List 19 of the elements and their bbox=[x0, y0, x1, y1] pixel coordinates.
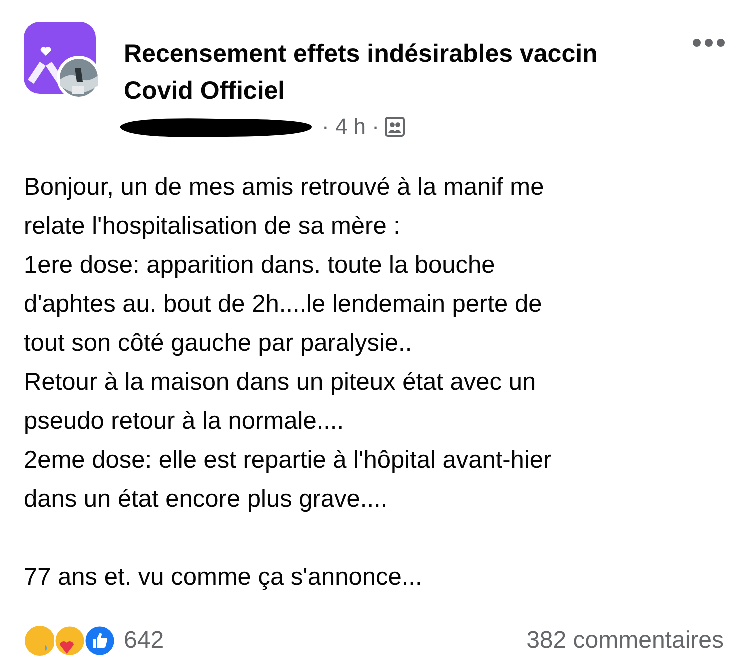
group-audience-icon bbox=[385, 117, 406, 137]
sad-reaction-icon bbox=[24, 625, 56, 657]
post-text-line: 2eme dose: elle est repartie à l'hôpital avant-hier bbox=[24, 446, 552, 476]
post-text-line: d'aphtes au. bout de 2h....le lendemain perte de bbox=[24, 290, 542, 320]
post-text-line: dans un état encore plus grave.... bbox=[24, 485, 388, 515]
group-name[interactable]: Recensement effets indésirables vaccin Covid Officiel bbox=[124, 36, 604, 110]
comments-count[interactable]: 382 commentaires bbox=[526, 627, 724, 655]
post-text-line: Bonjour, un de mes amis retrouvé à la manif me bbox=[24, 173, 544, 203]
post-text-line: relate l'hospitalisation de sa mère : bbox=[24, 212, 400, 242]
care-reaction-icon bbox=[54, 625, 86, 657]
post-time: · 4 h · bbox=[322, 114, 380, 140]
post-text-line: tout son côté gauche par paralysie.. bbox=[24, 329, 412, 359]
reaction-count[interactable]: 642 bbox=[124, 627, 164, 655]
post-text-line: Retour à la maison dans un piteux état avec un bbox=[24, 368, 536, 398]
post-text-line: pseudo retour à la normale.... bbox=[24, 407, 344, 437]
post-text-line: 77 ans et. vu comme ça s'annonce... bbox=[24, 563, 422, 593]
more-icon[interactable] bbox=[692, 38, 726, 48]
like-reaction-icon bbox=[84, 625, 116, 657]
post-text-line: 1ere dose: apparition dans. toute la bouche bbox=[24, 251, 496, 281]
